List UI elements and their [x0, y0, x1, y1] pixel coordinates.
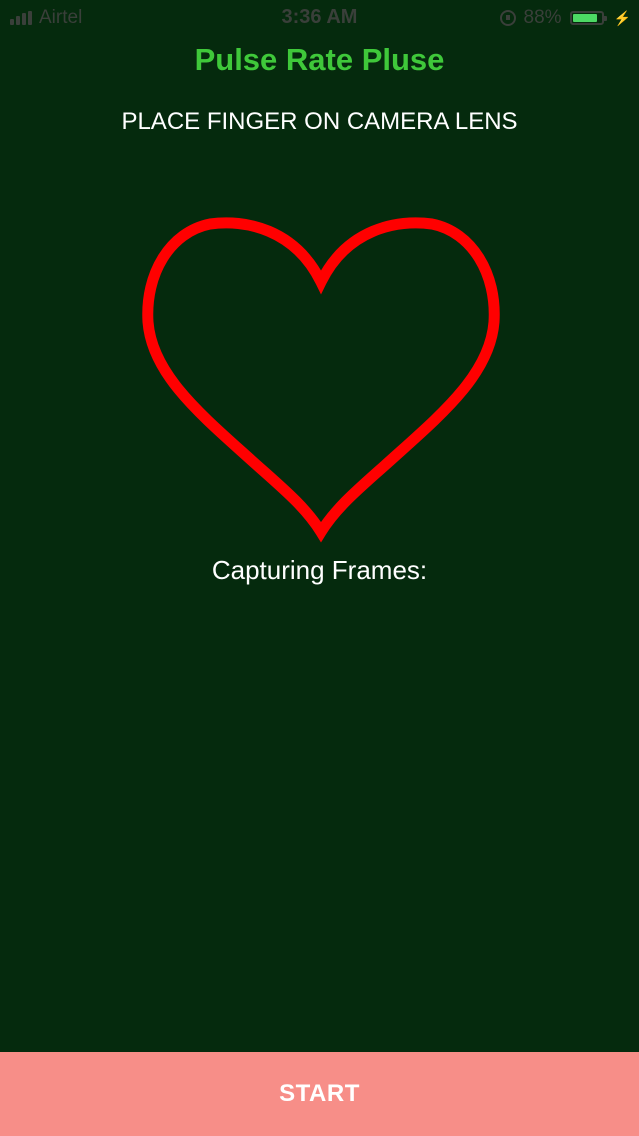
battery-percent: 88%: [523, 7, 562, 28]
heart-shape: [142, 217, 500, 543]
instruction-text: PLACE FINGER ON CAMERA LENS: [121, 108, 518, 135]
charging-bolt-icon: ⚡: [613, 9, 631, 26]
app-title: Pulse Rate Pluse: [194, 42, 445, 77]
battery-icon: [569, 11, 607, 25]
battery-fill: [572, 14, 598, 22]
capturing-frames-label: Capturing Frames:: [211, 555, 428, 585]
heart-svg: [142, 217, 500, 543]
pulse-rate-screen: Airtel 3:36 AM 88% ⚡ Pulse Rate Pluse PL…: [0, 0, 639, 1136]
status-bar: Airtel 3:36 AM 88% ⚡: [0, 0, 639, 36]
status-right: 88% ⚡: [499, 7, 631, 29]
orientation-lock-icon: [499, 10, 516, 26]
heart-outline-icon: [140, 214, 502, 544]
battery-cap: [603, 16, 607, 21]
start-button[interactable]: START: [0, 1052, 639, 1136]
